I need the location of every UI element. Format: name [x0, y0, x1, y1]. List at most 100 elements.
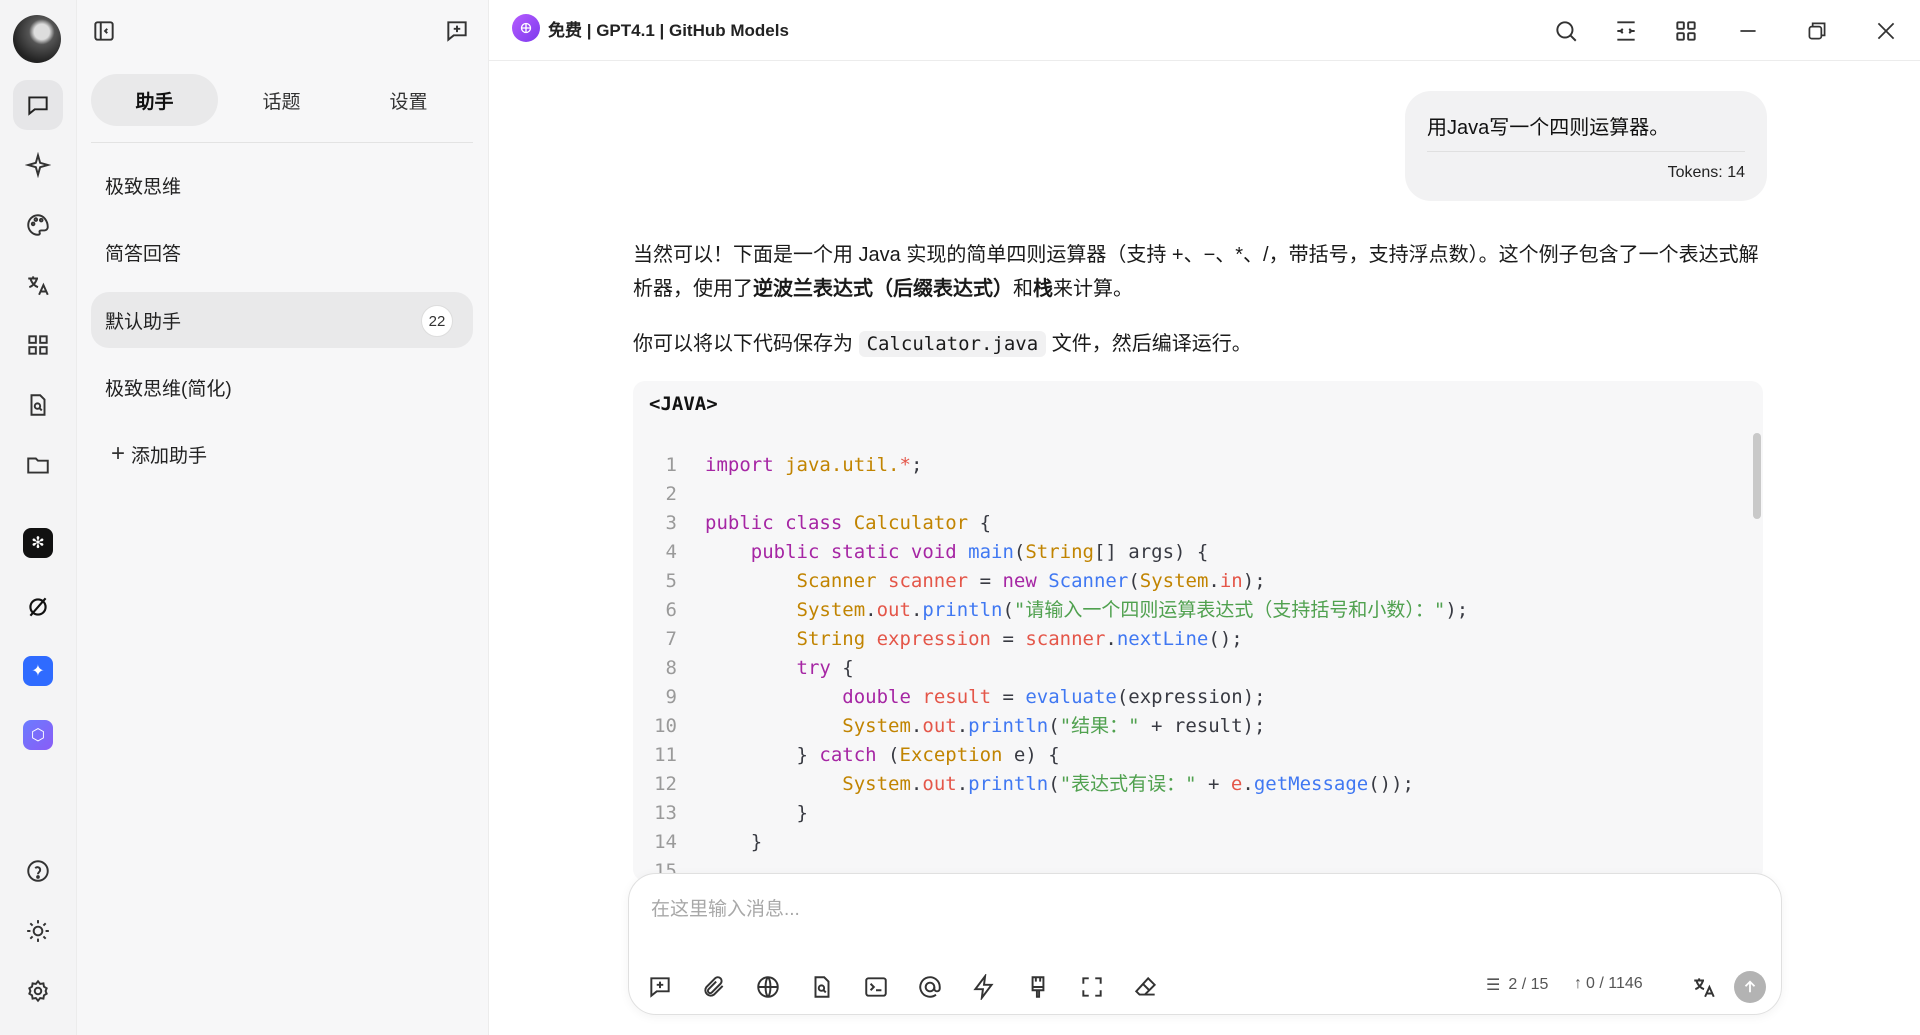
code-token: ); — [1445, 599, 1469, 621]
code-token: nextLine — [1116, 628, 1209, 650]
line-number: 8 — [665, 657, 677, 679]
knowledge-icon[interactable] — [805, 970, 839, 1004]
assistant-name: 极致思维 — [105, 176, 182, 198]
code-token: ( — [1128, 570, 1140, 592]
apps-grid-icon[interactable] — [1669, 14, 1703, 48]
code-token: . — [1105, 628, 1117, 650]
code-line: 4 public static void main(String[] args)… — [633, 538, 1733, 567]
user-message-divider — [1427, 151, 1745, 152]
answer-text: 来计算。 — [1053, 278, 1133, 300]
collapse-sidebar-icon[interactable] — [87, 14, 121, 48]
code-token: ; — [910, 454, 923, 476]
line-number: 2 — [665, 483, 677, 505]
assistant-item[interactable]: 极致思维 — [91, 157, 473, 213]
palette-icon[interactable] — [19, 206, 57, 244]
web-search-icon[interactable] — [751, 970, 785, 1004]
code-token: public class — [705, 512, 843, 534]
apps-icon[interactable] — [19, 326, 57, 364]
tab-topics[interactable]: 话题 — [218, 74, 345, 126]
message-input[interactable]: 在这里输入消息... — [651, 894, 800, 921]
code-line: 14 } — [633, 828, 1733, 857]
lightning-icon[interactable] — [967, 970, 1001, 1004]
sidebar-header — [77, 0, 489, 61]
code-token: Calculator — [853, 512, 969, 534]
line-number: 4 — [665, 541, 677, 563]
code-token: println — [968, 715, 1049, 737]
line-number: 9 — [665, 686, 677, 708]
folder-icon[interactable] — [19, 446, 57, 484]
code-token: result — [922, 686, 992, 708]
line-number: 12 — [654, 773, 677, 795]
code-token: public static void — [750, 541, 957, 563]
minimize-icon[interactable] — [1731, 14, 1765, 48]
fullscreen-icon[interactable] — [1075, 970, 1109, 1004]
perplexity-app-icon[interactable] — [19, 588, 57, 626]
sidebar-divider — [91, 142, 473, 143]
brush-icon[interactable] — [1021, 970, 1055, 1004]
user-message-bubble: 用Java写一个四则运算器。 Tokens: 14 — [1405, 91, 1767, 201]
add-assistant-button[interactable]: + 添加助手 — [91, 426, 473, 482]
file-search-icon[interactable] — [19, 386, 57, 424]
code-token: new — [1002, 570, 1037, 592]
code-line: 6 System.out.println("请输入一个四则运算表达式（支持括号和… — [633, 596, 1733, 625]
code-token: ( — [1048, 773, 1060, 795]
help-icon[interactable] — [19, 852, 57, 890]
tab-assistants[interactable]: 助手 — [91, 74, 218, 126]
settings-icon[interactable] — [19, 972, 57, 1010]
translate-icon[interactable] — [1687, 970, 1721, 1004]
tab-settings[interactable]: 设置 — [345, 74, 472, 126]
assistant-item-active[interactable]: 默认助手 22 — [91, 292, 473, 348]
code-line: 11 } catch (Exception e) { — [633, 741, 1733, 770]
line-number: 11 — [654, 744, 677, 766]
app-rail: ✻ ✦ ⬡ — [0, 0, 77, 1035]
code-token: e) { — [1002, 744, 1060, 766]
copilot-app-icon[interactable]: ⬡ — [19, 716, 57, 754]
avatar[interactable] — [13, 15, 61, 63]
model-logo-icon — [512, 14, 540, 42]
code-line: 1 import java.util.*; — [633, 451, 1733, 480]
code-line: 13 } — [633, 799, 1733, 828]
code-token: Scanner — [796, 570, 877, 592]
new-topic-icon[interactable] — [440, 14, 474, 48]
line-number: 5 — [665, 570, 677, 592]
sparkle-icon[interactable] — [19, 146, 57, 184]
close-icon[interactable] — [1869, 14, 1903, 48]
attachment-icon[interactable] — [697, 970, 731, 1004]
code-token: + — [1196, 773, 1231, 795]
code-scrollbar[interactable] — [1753, 433, 1761, 519]
eraser-icon[interactable] — [1129, 970, 1163, 1004]
context-count[interactable]: ☰ 2 / 15 — [1486, 975, 1548, 995]
message-composer[interactable]: 在这里输入消息... ☰ 2 / 15 ↑ 0 / 1146 — [628, 873, 1782, 1015]
new-topic-icon[interactable] — [643, 970, 677, 1004]
user-token-count: Tokens: 14 — [1667, 164, 1745, 181]
send-button[interactable] — [1734, 971, 1766, 1003]
openai-app-icon[interactable]: ✻ — [19, 524, 57, 562]
layout-toggle-icon[interactable] — [1609, 14, 1643, 48]
restore-icon[interactable] — [1800, 14, 1834, 48]
gemini-app-icon[interactable]: ✦ — [19, 652, 57, 690]
chat-icon[interactable] — [13, 80, 63, 130]
assistant-item[interactable]: 简答回答 — [91, 224, 473, 280]
search-icon[interactable] — [1549, 14, 1583, 48]
code-line: 5 Scanner scanner = new Scanner(System.i… — [633, 567, 1733, 596]
window-title: 免费 | GPT4.1 | GitHub Models — [548, 20, 789, 40]
code-token: ( — [1013, 541, 1026, 563]
line-number: 7 — [665, 628, 677, 650]
code-block: <JAVA> 1 import java.util.*; 2 3 public cl… — [633, 381, 1763, 881]
model-selector[interactable]: 免费 | GPT4.1 | GitHub Models — [512, 14, 789, 42]
mention-icon[interactable] — [913, 970, 947, 1004]
code-line: 9 double result = evaluate(expression); — [633, 683, 1733, 712]
code-token: out — [922, 773, 957, 795]
code-token: ( — [1002, 599, 1014, 621]
translate-icon[interactable] — [19, 266, 57, 304]
assistant-item[interactable]: 极致思维(简化) — [91, 359, 473, 415]
theme-icon[interactable] — [19, 912, 57, 950]
code-token: scanner — [888, 570, 969, 592]
context-value: 2 / 15 — [1508, 976, 1549, 993]
code-token: println — [968, 773, 1049, 795]
code-token: System — [1139, 570, 1209, 592]
line-number: 1 — [665, 454, 677, 476]
line-number: 3 — [665, 512, 677, 534]
code-token: ()); — [1368, 773, 1414, 795]
terminal-icon[interactable] — [859, 970, 893, 1004]
